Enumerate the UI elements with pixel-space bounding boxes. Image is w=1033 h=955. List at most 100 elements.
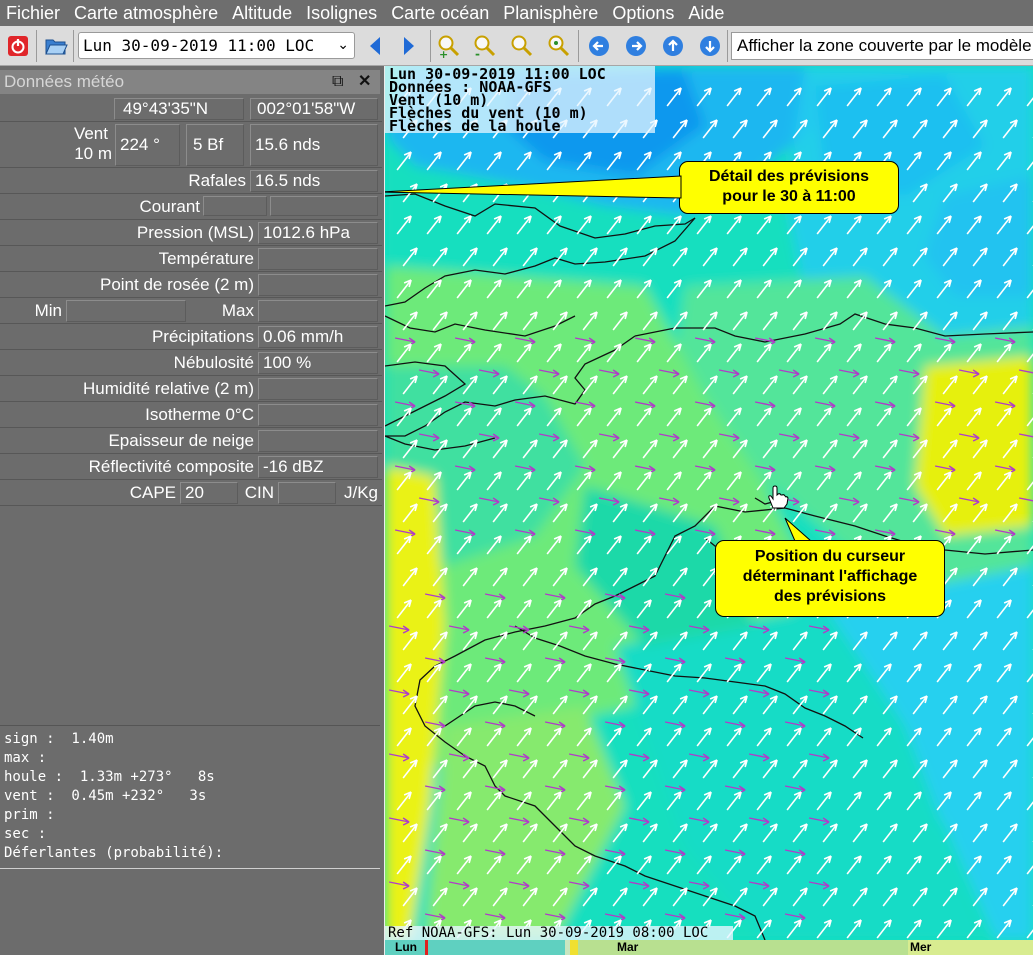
snow-label: Epaisseur de neige: [108, 431, 254, 450]
power-icon[interactable]: [5, 33, 31, 59]
dewpoint-row: Point de rosée (2 m): [0, 272, 382, 298]
wave-info-line: vent : 0.45m +232° 3s: [4, 788, 207, 804]
precipitation-label: Précipitations: [151, 327, 254, 346]
wind-beaufort-value: 5 Bf: [186, 124, 244, 166]
svg-text:+: +: [439, 48, 448, 58]
min-value: [66, 300, 186, 322]
zoom-in-icon[interactable]: +: [436, 33, 462, 59]
date-select-value: Lun 30-09-2019 11:00 LOC: [83, 36, 315, 55]
float-panel-icon[interactable]: ⧉: [332, 70, 343, 94]
wind-label: Vent: [73, 124, 108, 143]
isotherm-label: Isotherme 0°C: [145, 405, 254, 424]
menu-item[interactable]: Isolignes: [300, 0, 385, 26]
wave-info-line: sec :: [4, 826, 47, 842]
panel-title: Données météo: [4, 72, 125, 91]
current-label: Courant: [139, 197, 200, 216]
previous-date-icon[interactable]: [362, 33, 388, 59]
pan-left-icon[interactable]: [586, 33, 612, 59]
model-reference: Ref NOAA-GFS: Lun 30-09-2019 08:00 LOC: [385, 926, 733, 940]
toolbar: Lun 30-09-2019 11:00 LOC ⌄ + - Afficher l…: [0, 26, 1033, 66]
current-row: Courant: [0, 194, 382, 220]
pan-down-icon[interactable]: [697, 33, 723, 59]
timeline-day-label: Lun: [395, 940, 417, 954]
menu-item[interactable]: Fichier: [0, 0, 68, 26]
wave-info-line: sign : 1.40m: [4, 731, 114, 747]
menu-item[interactable]: Planisphère: [497, 0, 606, 26]
wind-speed-value: 15.6 nds: [250, 124, 378, 166]
cloud-value: 100 %: [258, 352, 378, 374]
timeline-bar[interactable]: Lun Mar Mer: [385, 940, 1033, 955]
current-direction-value: [203, 196, 267, 216]
humidity-row: Humidité relative (2 m): [0, 376, 382, 402]
callout-line: Détail des prévisions: [708, 168, 870, 185]
close-icon[interactable]: ✕: [358, 70, 371, 94]
wind-height-label: 10 m: [74, 144, 112, 163]
callout-line: Position du curseur: [754, 548, 906, 565]
cloud-label: Nébulosité: [173, 353, 254, 372]
gusts-value: 16.5 nds: [250, 170, 378, 192]
menu-item[interactable]: Carte océan: [385, 0, 497, 26]
pan-up-icon[interactable]: [660, 33, 686, 59]
wave-info: sign : 1.40m max : houle : 1.33m +273° 8s v…: [0, 725, 380, 869]
min-label: Min: [34, 301, 62, 320]
cursor-position-callout: Position du curseur déterminant l'affich…: [715, 540, 945, 617]
zoom-out-icon[interactable]: -: [472, 33, 498, 59]
weather-data-panel: Données météo ⧉ ✕ 49°43'35"N 002°01'58"W…: [0, 66, 384, 955]
humidity-label: Humidité relative (2 m): [83, 379, 254, 398]
date-select[interactable]: Lun 30-09-2019 11:00 LOC ⌄: [78, 32, 355, 59]
menu-item[interactable]: Carte atmosphère: [68, 0, 226, 26]
wave-info-line: Déferlantes (probabilité):: [4, 845, 224, 861]
panel-title-bar: Données météo ⧉ ✕: [0, 70, 380, 94]
temperature-row: Température: [0, 246, 382, 272]
max-label: Max: [221, 301, 254, 320]
dewpoint-label: Point de rosée (2 m): [99, 275, 254, 294]
precipitation-row: Précipitations 0.06 mm/h: [0, 324, 382, 350]
precipitation-value: 0.06 mm/h: [258, 326, 378, 348]
latitude-value: 49°43'35"N: [114, 98, 244, 120]
zoom-selection-icon[interactable]: [509, 33, 535, 59]
map-header-line: Flèches de la houle: [389, 117, 561, 135]
pressure-label: Pression (MSL): [136, 223, 254, 242]
snow-row: Epaisseur de neige: [0, 428, 382, 454]
pan-right-icon[interactable]: [623, 33, 649, 59]
gusts-label: Rafales: [188, 171, 246, 190]
cloud-row: Nébulosité 100 %: [0, 350, 382, 376]
menu-item[interactable]: Altitude: [226, 0, 300, 26]
callout-line: des prévisions: [773, 588, 887, 605]
open-folder-icon[interactable]: [43, 33, 69, 59]
reflectivity-row: Réflectivité composite -16 dBZ: [0, 454, 382, 480]
menu-item[interactable]: Aide: [682, 0, 732, 26]
timeline-day-label: Mar: [617, 940, 639, 954]
dewpoint-value: [258, 274, 378, 296]
zoom-all-icon[interactable]: [546, 33, 572, 59]
weather-map[interactable]: Lun 30-09-2019 11:00 LOC Données : NOAA-G…: [385, 66, 1033, 940]
next-date-icon[interactable]: [396, 33, 422, 59]
gusts-row: Rafales 16.5 nds: [0, 168, 382, 194]
cape-label: CAPE: [129, 483, 176, 502]
humidity-value: [258, 378, 378, 400]
coords-row: 49°43'35"N 002°01'58"W: [0, 96, 382, 122]
reflectivity-label: Réflectivité composite: [88, 457, 254, 476]
svg-text:-: -: [475, 47, 480, 58]
callout-line: pour le 30 à 11:00: [722, 188, 856, 205]
cin-unit: J/Kg: [343, 483, 378, 502]
isotherm-value: [258, 404, 378, 426]
wave-info-line: houle : 1.33m +273° 8s: [4, 769, 215, 785]
callout-line: déterminant l'affichage: [742, 568, 918, 585]
current-speed-value: [270, 196, 378, 216]
wave-info-line: max :: [4, 750, 47, 766]
timeline-day-label: Mer: [910, 940, 932, 954]
wind-direction-value: 224 °: [115, 124, 180, 166]
forecast-detail-callout: Détail des prévisions pour le 30 à 11:00: [679, 161, 899, 214]
snow-value: [258, 430, 378, 452]
menu-item[interactable]: Options: [606, 0, 682, 26]
map-header: Lun 30-09-2019 11:00 LOC Données : NOAA-G…: [385, 66, 655, 135]
temperature-value: [258, 248, 378, 270]
show-model-zone-button[interactable]: Afficher la zone couverte par le modèle: [731, 32, 1033, 60]
cape-row: CAPE 20 CIN J/Kg: [0, 480, 382, 506]
longitude-value: 002°01'58"W: [250, 98, 378, 120]
reflectivity-value: -16 dBZ: [258, 456, 378, 478]
menu-bar: Fichier Carte atmosphère Altitude Isolignes…: [0, 0, 1033, 26]
minmax-row: Min Max: [0, 298, 382, 324]
temperature-label: Température: [158, 249, 254, 268]
